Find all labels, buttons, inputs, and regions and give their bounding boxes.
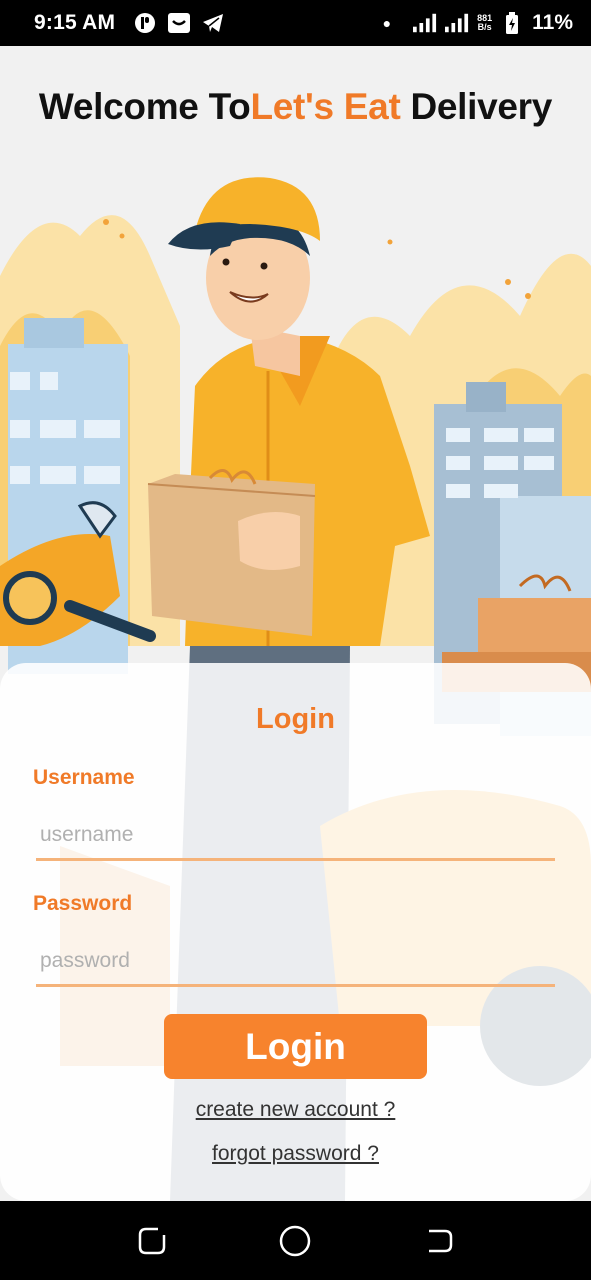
system-status-icons: ● 881 B/s 11%	[383, 11, 573, 35]
recents-icon[interactable]	[132, 1221, 172, 1261]
password-label: Password	[33, 892, 133, 915]
sim-mail-icon	[167, 11, 191, 35]
dot-icon: ●	[382, 15, 392, 31]
login-button[interactable]: Login	[164, 1014, 427, 1079]
create-account-link[interactable]: create new account ?	[0, 1098, 591, 1122]
back-icon[interactable]	[419, 1221, 459, 1261]
system-nav-bar	[0, 1201, 591, 1280]
signal-icon-2	[445, 11, 469, 35]
signal-icon-1	[413, 11, 437, 35]
net-speed-unit: B/s	[477, 22, 492, 32]
status-bar: 9:15 AM ● 881 B/s 11%	[0, 0, 591, 46]
home-icon[interactable]	[275, 1221, 315, 1261]
login-screen: Welcome ToLet's Eat Delivery Login Usern…	[0, 46, 591, 1201]
forgot-password-link[interactable]: forgot password ?	[0, 1142, 591, 1166]
status-time: 9:15 AM	[34, 11, 116, 34]
password-input[interactable]	[36, 937, 555, 987]
headline-suffix: Delivery	[400, 86, 553, 127]
app-icon	[133, 11, 157, 35]
telegram-icon	[201, 11, 225, 35]
brand-name: Let's Eat	[250, 86, 401, 127]
notification-icons	[133, 11, 225, 35]
username-input[interactable]	[36, 811, 555, 861]
login-card: Login Username Password Login create new…	[0, 663, 591, 1201]
login-title: Login	[256, 703, 335, 735]
welcome-headline: Welcome ToLet's Eat Delivery	[0, 86, 591, 128]
battery-icon	[500, 11, 524, 35]
headline-prefix: Welcome To	[38, 86, 251, 127]
username-label: Username	[33, 766, 135, 789]
network-speed: 881 B/s	[477, 14, 492, 32]
battery-percent: 11%	[532, 11, 573, 34]
